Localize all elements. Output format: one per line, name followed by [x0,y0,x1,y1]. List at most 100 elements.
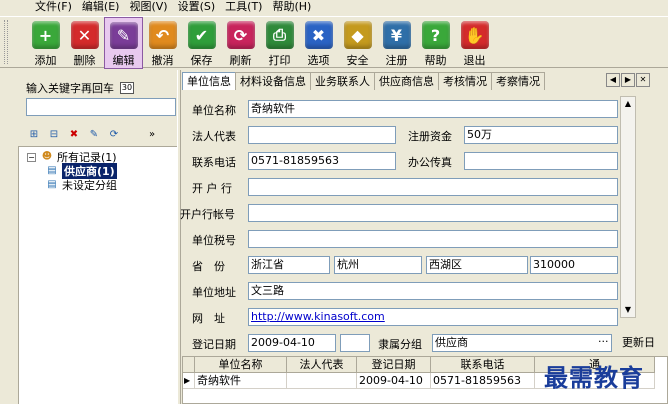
grid-cell[interactable]: 0571-81859563 [431,373,535,389]
tab-inspection[interactable]: 考察情况 [491,72,545,90]
grid-header-cell[interactable]: 法人代表 [287,357,357,373]
address-field[interactable]: 文三路 [248,282,618,300]
help-button[interactable]: ? 帮助 [416,17,455,69]
toolbar-label: 注册 [385,54,408,67]
group-browse-button[interactable]: ··· [598,335,609,348]
unit-info-form: 单位名称 奇纳软件 法人代表 注册资金 50万 联系电话 0571-818595… [180,90,622,352]
close-icon[interactable]: ✕ [636,73,650,87]
menu-settings[interactable]: 设置(S) [173,0,221,14]
reg-date-field[interactable]: 2009-04-10 [248,334,336,352]
province-label: 省 份 [192,260,225,273]
reg-date-label: 登记日期 [192,338,236,351]
update-date-label: 更新日 [622,336,655,349]
legal-rep-field[interactable] [248,126,396,144]
grid-cell[interactable]: 奇纳软件 [195,373,287,389]
left-panel: 输入关键字再回车 30 ⊞ ⊟ ✖ ✎ ⟳ » − ☻ 所有记录(1) ▤ 供应… [18,74,178,404]
exit-button[interactable]: ✋ 退出 [455,17,494,69]
tab-contacts[interactable]: 业务联系人 [310,72,375,90]
reg-date-picker[interactable] [340,334,370,352]
group-field[interactable]: 供应商 [432,334,612,352]
toolbar-label: 编辑 [112,54,135,67]
toolbar-label: 添加 [34,54,57,67]
options-button[interactable]: ✖ 选项 [299,17,338,69]
fax-field[interactable] [464,152,618,170]
edit-button[interactable]: ✎ 编辑 [104,17,143,69]
district-field[interactable]: 西湖区 [426,256,528,274]
search-input[interactable] [26,98,176,116]
grid-cell[interactable]: 2009-04-10 [357,373,431,389]
tree-node-root[interactable]: − ☻ 所有记录(1) [27,150,177,164]
toolbar: + 添加 ✕ 删除 ✎ 编辑 ↶ 撤消 ✔ 保存 ⟳ 刷新 ⎙ 打印 ✖ 选项 ◆ 安全 ¥ 注册? 帮助 ✋ 退出 [0,16,668,69]
menu-file[interactable]: 文件(F) [30,0,77,14]
calendar-icon[interactable]: 30 [120,82,134,94]
tree-add-icon[interactable]: ⊞ [26,128,42,142]
menu-edit[interactable]: 编辑(E) [77,0,125,14]
postcode-field[interactable]: 310000 [530,256,618,274]
undo-icon: ↶ [148,21,177,49]
delete-button[interactable]: ✕ 删除 [65,17,104,69]
account-label: 开户行帐号 [180,208,235,221]
register-button[interactable]: ¥ 注册 [377,17,416,69]
reg-capital-label: 注册资金 [408,130,452,143]
province-field[interactable]: 浙江省 [248,256,330,274]
tree-node-ungrouped[interactable]: ▤ 未设定分组 [27,178,177,192]
tax-field[interactable] [248,230,618,248]
address-label: 单位地址 [192,286,236,299]
menu-view[interactable]: 视图(V) [124,0,172,14]
grid-header-cell[interactable]: 联系电话 [431,357,535,373]
menu-help[interactable]: 帮助(H) [267,0,316,14]
save-button[interactable]: ✔ 保存 [182,17,221,69]
unit-name-field[interactable]: 奇纳软件 [248,100,618,118]
scroll-down-icon[interactable]: ▼ [621,303,635,317]
panel-splitter[interactable] [177,70,181,404]
grid-header-cell[interactable]: 单位名称 [195,357,287,373]
group-tree: − ☻ 所有记录(1) ▤ 供应商(1) ▤ 未设定分组 [18,146,178,404]
fax-label: 办公传真 [408,156,452,169]
security-button[interactable]: ◆ 安全 [338,17,377,69]
toolbar-label: 撤消 [151,54,174,67]
edit-icon: ✎ [109,22,138,49]
grid-header-cell[interactable]: 登记日期 [357,357,431,373]
tree-delete-icon[interactable]: ✖ [66,128,82,142]
tab-right-icon[interactable]: ▶ [621,73,635,87]
undo-button[interactable]: ↶ 撤消 [143,17,182,69]
toolbar-label: 打印 [268,54,291,67]
collapse-icon[interactable]: − [27,152,36,162]
reg-capital-field[interactable]: 50万 [464,126,618,144]
bank-field[interactable] [248,178,618,196]
tab-left-icon[interactable]: ◀ [606,73,620,87]
account-field[interactable] [248,204,618,222]
website-field[interactable]: http://www.kinasoft.com [248,308,618,326]
tab-assessment[interactable]: 考核情况 [438,72,492,90]
menu-tools[interactable]: 工具(T) [220,0,267,14]
tree-refresh-icon[interactable]: ⟳ [106,128,122,142]
book-icon: ▤ [47,179,57,190]
tree-add-child-icon[interactable]: ⊟ [46,128,62,142]
tree-node-label: 未设定分组 [62,179,117,192]
tree-toolbar: ⊞ ⊟ ✖ ✎ ⟳ » [26,126,176,144]
collapse-panel-icon[interactable]: » [144,128,160,142]
tax-label: 单位税号 [192,234,236,247]
tree-node-supplier[interactable]: ▤ 供应商(1) [27,163,177,179]
phone-label: 联系电话 [192,156,236,169]
bank-label: 开 户 行 [192,182,232,195]
scroll-up-icon[interactable]: ▲ [621,97,635,111]
tree-rename-icon[interactable]: ✎ [86,128,102,142]
book-icon: ▤ [47,165,57,176]
grid-cell[interactable] [287,373,357,389]
tab-unit-info[interactable]: 单位信息 [182,72,236,90]
options-icon: ✖ [304,21,333,49]
watermark-logo: 最需教育 [544,363,644,392]
city-field[interactable]: 杭州 [334,256,422,274]
print-button[interactable]: ⎙ 打印 [260,17,299,69]
refresh-button[interactable]: ⟳ 刷新 [221,17,260,69]
form-scrollbar[interactable]: ▲ ▼ [620,96,636,318]
tab-scroll-buttons: ◀ ▶ ✕ [606,73,650,87]
tab-materials[interactable]: 材料设备信息 [235,72,311,90]
website-label: 网 址 [192,312,225,325]
add-button[interactable]: + 添加 [26,17,65,69]
menu-bar: 文件(F) 编辑(E) 视图(V) 设置(S) 工具(T) 帮助(H) [0,0,668,14]
delete-icon: ✕ [70,21,99,49]
tab-supplier-info[interactable]: 供应商信息 [374,72,439,90]
phone-field[interactable]: 0571-81859563 [248,152,396,170]
